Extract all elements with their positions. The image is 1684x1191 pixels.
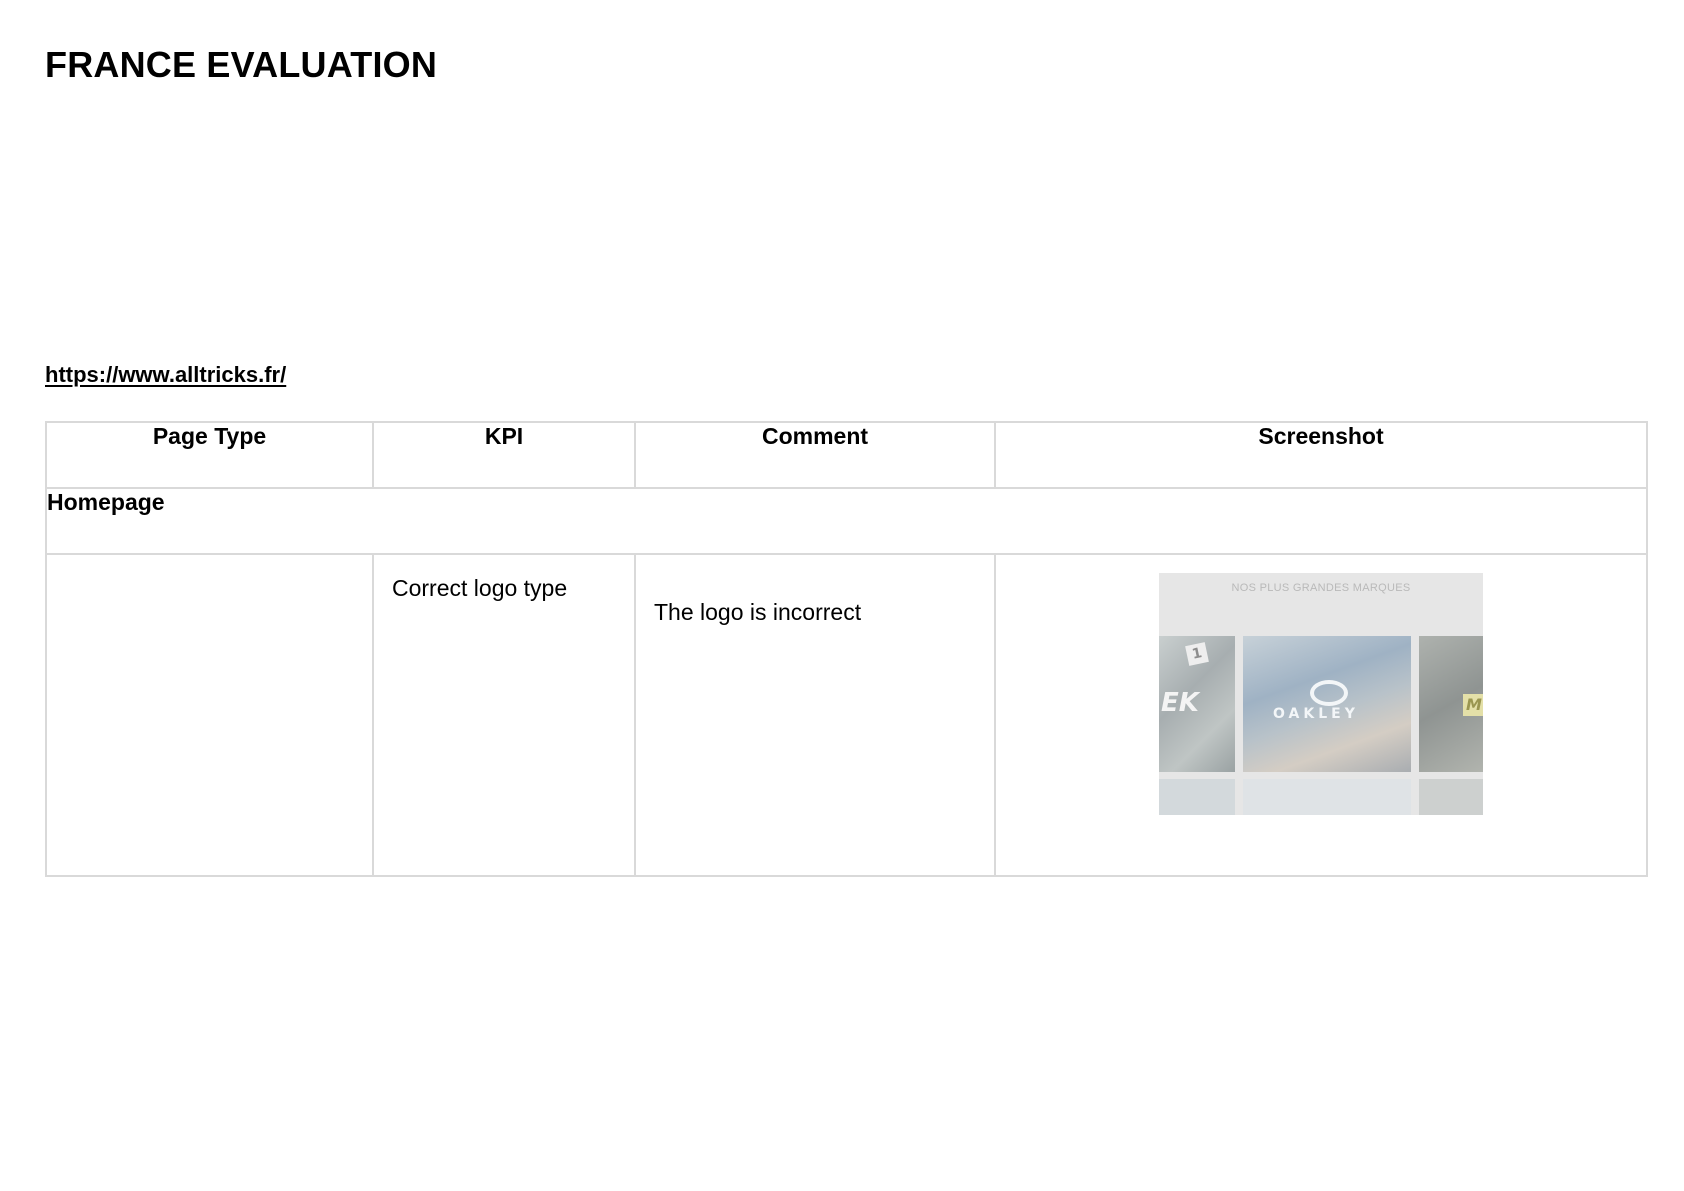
cell-page-type [45, 553, 374, 877]
section-row-homepage: Homepage [45, 487, 1648, 555]
table-row: Correct logo type The logo is incorrect … [45, 553, 1648, 877]
header-kpi: KPI [372, 421, 636, 489]
table-header-row: Page Type KPI Comment Screenshot [45, 421, 1648, 489]
brand-tile-left: 1 EK [1159, 636, 1235, 772]
section-label: Homepage [45, 487, 1648, 555]
site-url-link[interactable]: https://www.alltricks.fr/ [45, 362, 286, 388]
cell-comment: The logo is incorrect [634, 553, 996, 877]
screenshot-image: NOS PLUS GRANDES MARQUES 1 EK OAKLEY M [1159, 573, 1483, 815]
header-screenshot: Screenshot [994, 421, 1648, 489]
brand-tile-right: M [1419, 636, 1483, 772]
header-comment: Comment [634, 421, 996, 489]
brand-tile-bottom-center [1243, 779, 1411, 815]
brand-tile-bottom-left [1159, 779, 1235, 815]
oakley-logo-icon [1310, 680, 1348, 706]
cell-screenshot: NOS PLUS GRANDES MARQUES 1 EK OAKLEY M [994, 553, 1648, 877]
cell-kpi: Correct logo type [372, 553, 636, 877]
brand-tile-bottom-right [1419, 779, 1483, 815]
brand-tile-oakley: OAKLEY [1243, 636, 1411, 772]
evaluation-table: Page Type KPI Comment Screenshot Homepag… [45, 421, 1648, 877]
brand-mark-oakley: OAKLEY [1273, 706, 1359, 722]
race-number-mark: 1 [1185, 642, 1209, 666]
brand-mark-ek: EK [1161, 688, 1199, 718]
header-page-type: Page Type [45, 421, 374, 489]
page-title: FRANCE EVALUATION [45, 44, 438, 85]
screenshot-heading: NOS PLUS GRANDES MARQUES [1231, 582, 1411, 594]
brand-mark-m: M [1463, 694, 1483, 716]
